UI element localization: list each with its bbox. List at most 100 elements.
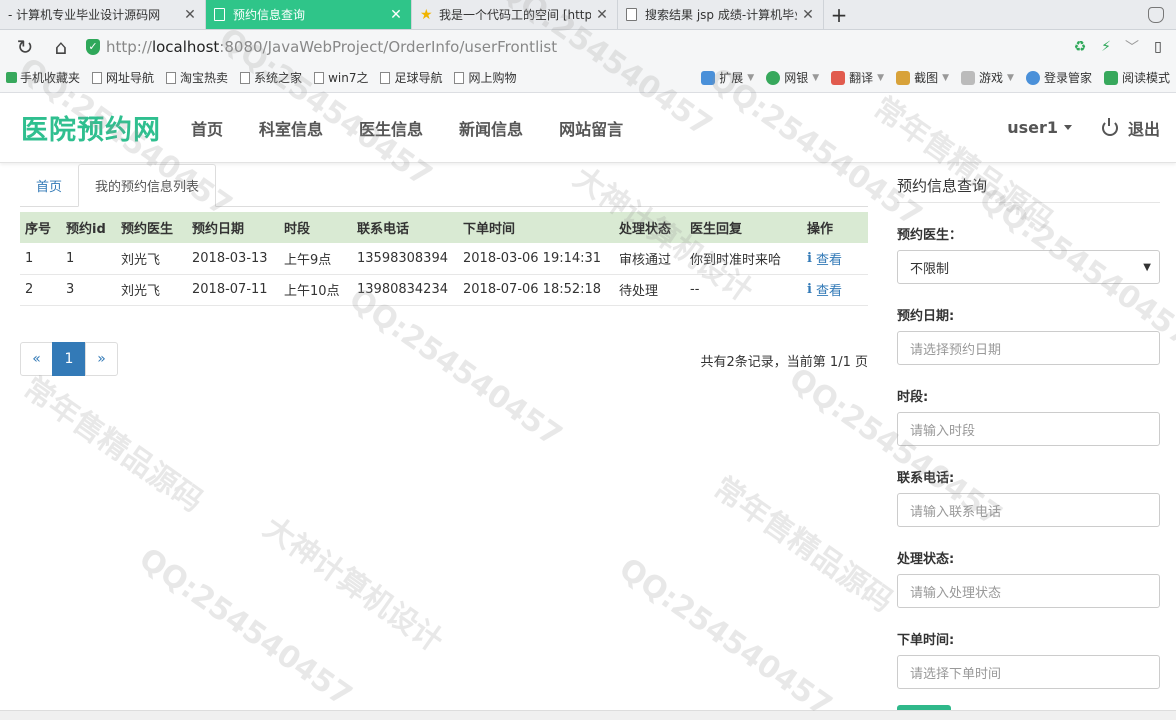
date-input[interactable]: 请选择预约日期: [897, 331, 1160, 365]
nav-news[interactable]: 新闻信息: [459, 116, 523, 140]
chevron-down-icon[interactable]: ﹀: [1124, 39, 1140, 56]
reload-icon[interactable]: ↻: [10, 34, 40, 60]
cell-order-id: 1: [61, 243, 116, 275]
toolbar-login-manager[interactable]: 登录管家: [1025, 69, 1092, 86]
bookmark-item[interactable]: win7之: [314, 69, 368, 86]
cell-order-time: 2018-03-06 19:14:31: [458, 243, 614, 275]
address-bar: ↻ ⌂ ✓ http://localhost:8080/JavaWebProje…: [0, 30, 1176, 63]
book-icon: [1103, 70, 1118, 85]
key-icon: [1025, 70, 1040, 85]
bookmark-item[interactable]: 淘宝热卖: [166, 69, 228, 86]
cell-action: i 查看: [802, 274, 868, 306]
table-row: 1 1 刘光飞 2018-03-13 上午9点 13598308394 2018…: [20, 243, 868, 275]
logout-label: 退出: [1127, 119, 1160, 139]
new-tab-button[interactable]: +: [824, 0, 854, 29]
browser-tab[interactable]: - 计算机专业毕业设计源码网 ✕: [0, 0, 206, 29]
chevron-down-icon: ▼: [747, 72, 755, 83]
page-icon: [314, 71, 325, 84]
prev-page-button[interactable]: «: [20, 341, 53, 376]
site-navbar: 医院预约网 首页 科室信息 医生信息 新闻信息 网站留言 user1 退出: [0, 93, 1176, 163]
bookmark-item[interactable]: 系统之家: [240, 69, 302, 86]
shirt-icon[interactable]: [1148, 7, 1164, 23]
order-time-input[interactable]: 请选择下单时间: [897, 655, 1160, 689]
url-prefix: http://: [106, 37, 152, 56]
chevron-down-icon: ▼: [1007, 72, 1014, 83]
url-field[interactable]: ✓ http://localhost:8080/JavaWebProject/O…: [86, 34, 1072, 60]
cell-doctor: 刘光飞: [116, 243, 187, 275]
close-icon[interactable]: ✕: [801, 7, 815, 23]
page-button-current[interactable]: 1: [52, 341, 86, 376]
browser-tab[interactable]: ★ 我是一个代码工的空间 [http:// ✕: [412, 0, 618, 29]
bookmark-item[interactable]: 手机收藏夹: [6, 69, 80, 86]
doctor-label: 预约医生：: [897, 228, 963, 243]
view-link[interactable]: i 查看: [807, 249, 842, 268]
toolbar-games[interactable]: 游戏 ▼: [961, 69, 1014, 86]
tab-my-orders[interactable]: 我的预约信息列表: [78, 164, 217, 207]
phone-icon: [6, 72, 17, 83]
cell-reply: 你到时准时来哈: [685, 243, 802, 275]
cell-date: 2018-07-11: [187, 274, 279, 306]
bookmark-item[interactable]: 足球导航: [380, 69, 442, 86]
logout-button[interactable]: 退出: [1101, 116, 1160, 140]
nav-guestbook[interactable]: 网站留言: [559, 116, 623, 140]
doctor-select[interactable]: 不限制 ▼: [897, 250, 1160, 284]
info-icon: i: [807, 250, 812, 266]
page-icon: [380, 71, 391, 84]
nav-doctors[interactable]: 医生信息: [359, 116, 423, 140]
nav-departments[interactable]: 科室信息: [259, 116, 323, 140]
close-icon[interactable]: ✕: [183, 7, 197, 23]
horizontal-scrollbar[interactable]: [0, 710, 1176, 720]
cell-phone: 13980834234: [352, 274, 458, 306]
next-page-button[interactable]: »: [85, 341, 118, 376]
translate-icon: [831, 70, 846, 85]
bookmark-item[interactable]: 网上购物: [454, 69, 516, 86]
toolbar-screenshot[interactable]: 截图 ▼: [896, 69, 949, 86]
site-brand[interactable]: 医院预约网: [21, 108, 161, 147]
browser-tab-active[interactable]: 预约信息查询 ✕: [206, 0, 412, 29]
cell-status: 审核通过: [614, 243, 685, 275]
phone-icon[interactable]: ▯: [1150, 39, 1166, 55]
home-icon[interactable]: ⌂: [46, 34, 76, 60]
col-header: 联系电话: [352, 212, 458, 243]
phone-field: 联系电话: 请输入联系电话: [897, 467, 1160, 527]
cell-phone: 13598308394: [352, 243, 458, 275]
col-header: 预约日期: [187, 212, 279, 243]
tab-home[interactable]: 首页: [20, 164, 78, 206]
user-menu[interactable]: user1: [1007, 118, 1072, 137]
status-input[interactable]: 请输入处理状态: [897, 574, 1160, 608]
browser-tab[interactable]: 搜索结果 jsp 成绩-计算机毕业设 ✕: [618, 0, 824, 29]
browser-tab-title: - 计算机专业毕业设计源码网: [8, 8, 161, 22]
lightning-icon[interactable]: ⚡: [1098, 39, 1114, 55]
cell-order-time: 2018-07-06 18:52:18: [458, 274, 614, 306]
close-icon[interactable]: ✕: [389, 7, 403, 23]
col-header: 序号: [20, 212, 61, 243]
chevron-down-icon: ▼: [877, 72, 885, 83]
col-header: 预约id: [61, 212, 116, 243]
phone-input[interactable]: 请输入联系电话: [897, 493, 1160, 527]
chevron-down-icon: ▼: [942, 72, 950, 83]
order-time-label: 下单时间:: [897, 633, 955, 648]
toolbar-translate[interactable]: 翻译 ▼: [831, 69, 884, 86]
cell-period: 上午10点: [279, 274, 352, 306]
period-field: 时段: 请输入时段: [897, 386, 1160, 446]
period-input[interactable]: 请输入时段: [897, 412, 1160, 446]
orders-table: 序号 预约id 预约医生 预约日期 时段 联系电话 下单时间 处理状态 医生回复…: [20, 212, 868, 306]
nav-home[interactable]: 首页: [191, 116, 223, 140]
recycle-icon[interactable]: ♻: [1072, 39, 1088, 55]
content-tabs: 首页 我的预约信息列表: [20, 164, 868, 207]
toolbar-reading-mode[interactable]: 阅读模式: [1103, 69, 1170, 86]
col-header: 下单时间: [458, 212, 614, 243]
order-list-section: 首页 我的预约信息列表 序号 预约id 预约医生 预约日期 时段 联系电话 下单…: [20, 164, 868, 382]
search-panel: 预约信息查询 预约医生： 不限制 ▼ 预约日期: 请选择预约日期 时段: 请输入…: [897, 165, 1160, 720]
view-link[interactable]: i 查看: [807, 280, 842, 299]
table-header-row: 序号 预约id 预约医生 预约日期 时段 联系电话 下单时间 处理状态 医生回复…: [20, 212, 868, 243]
chevron-down-icon: ▼: [812, 72, 820, 83]
toolbar-extensions[interactable]: 扩展 ▼: [701, 69, 754, 86]
col-header: 时段: [279, 212, 352, 243]
close-icon[interactable]: ✕: [595, 7, 609, 23]
doctor-field: 预约医生： 不限制 ▼: [897, 224, 1160, 284]
bookmark-item[interactable]: 网址导航: [92, 69, 154, 86]
page-icon: [92, 71, 103, 84]
toolbar-bank[interactable]: 网银 ▼: [766, 69, 819, 86]
cell-action: i 查看: [802, 243, 868, 275]
